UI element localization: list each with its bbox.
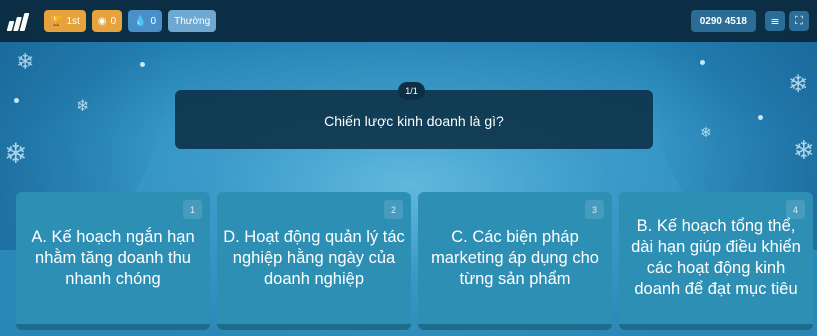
snowflake-icon: ❄	[700, 125, 712, 141]
question-text: Chiến lược kinh doanh là gì?	[324, 112, 504, 129]
sparkle-dot	[700, 60, 705, 65]
drop-value: 0	[150, 15, 157, 27]
coin-badge: ◉ 0	[91, 10, 123, 32]
logo-icon	[6, 11, 32, 31]
answer-list: 1 A. Kế hoạch ngắn hạn nhằm tăng doanh t…	[16, 192, 813, 332]
trophy-icon: 🏆	[50, 15, 63, 27]
answer-option-4[interactable]: 4 B. Kế hoạch tổng thể, dài hạn giúp điề…	[619, 192, 813, 330]
answer-text: C. Các biện pháp marketing áp dụng cho t…	[431, 227, 599, 288]
sparkle-dot	[140, 62, 145, 67]
top-bar: 🏆 1st ◉ 0 💧 0 Thường 0290 4518 ≡ ⛶	[0, 0, 817, 42]
coin-value: 0	[110, 15, 117, 27]
answer-option-1[interactable]: 1 A. Kế hoạch ngắn hạn nhằm tăng doanh t…	[16, 192, 210, 330]
snowflake-icon: ❄	[16, 50, 35, 75]
game-code: 0290 4518	[690, 10, 756, 32]
coin-icon: ◉	[97, 15, 107, 27]
answer-option-3[interactable]: 3 C. Các biện pháp marketing áp dụng cho…	[418, 192, 612, 330]
answer-number: 2	[384, 200, 403, 219]
fullscreen-icon[interactable]: ⛶	[789, 11, 809, 31]
answer-text: A. Kế hoạch ngắn hạn nhằm tăng doanh thu…	[31, 227, 195, 288]
answer-number: 1	[183, 200, 202, 219]
snowflake-icon: ❄	[4, 137, 28, 170]
answer-number: 3	[585, 200, 604, 219]
answer-text: D. Hoạt động quản lý tác nghiệp hằng ngà…	[223, 227, 405, 288]
mode-badge[interactable]: Thường	[168, 10, 217, 32]
answer-text: B. Kế hoạch tổng thể, dài hạn giúp điều …	[631, 217, 801, 298]
answer-option-2[interactable]: 2 D. Hoạt động quản lý tác nghiệp hằng n…	[217, 192, 411, 330]
rank-badge: 🏆 1st	[44, 10, 86, 32]
menu-icon[interactable]: ≡	[765, 11, 785, 31]
sparkle-dot	[14, 98, 19, 103]
rank-value: 1st	[66, 15, 80, 27]
sparkle-dot	[758, 115, 763, 120]
question-counter: 1/1	[398, 82, 425, 100]
drop-badge: 💧 0	[128, 10, 163, 32]
snowflake-icon: ❄	[793, 136, 815, 166]
snowflake-icon: ❄	[788, 70, 809, 98]
snowflake-icon: ❄	[76, 96, 90, 115]
drop-icon: 💧	[134, 15, 147, 27]
answer-number: 4	[786, 200, 805, 219]
